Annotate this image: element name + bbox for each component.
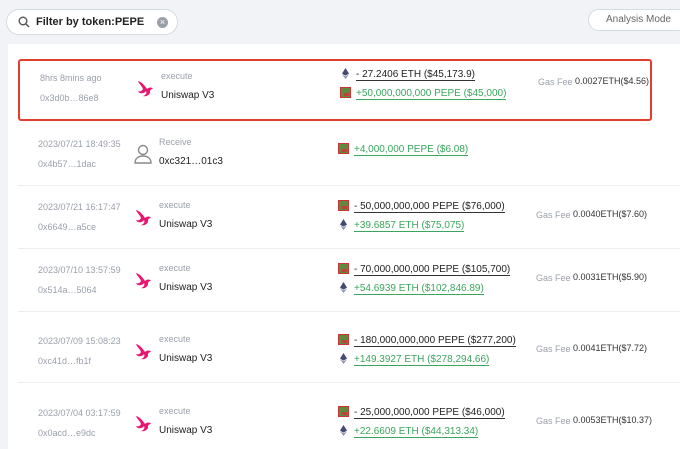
eth-icon [340, 425, 347, 436]
pepe-token-icon [338, 334, 349, 345]
tx-amount-out[interactable]: - 27.2406 ETH ($45,173.9) [356, 69, 475, 81]
eth-icon [340, 282, 347, 293]
tx-hash-link[interactable]: 0x514a…5064 [38, 285, 97, 295]
tx-action: Receive [159, 137, 192, 147]
tx-time: 2023/07/10 13:57:59 [38, 265, 121, 275]
tx-amount-out[interactable]: - 50,000,000,000 PEPE ($76,000) [354, 201, 505, 213]
analysis-mode-button[interactable]: Analysis Mode [588, 9, 680, 31]
gas-fee-label: Gas Fee [538, 77, 573, 87]
pepe-token-icon [338, 406, 349, 417]
toolbar: Filter by token:PEPE × Analysis Mode [0, 0, 680, 44]
tx-hash-link[interactable]: 0xc41d…fb1f [38, 356, 91, 366]
tx-counterparty[interactable]: Uniswap V3 [159, 425, 212, 436]
eth-icon [342, 68, 349, 79]
tx-counterparty[interactable]: Uniswap V3 [159, 282, 212, 293]
transaction-list: 8hrs 8mins ago 0x3d0b…86e8 execute Unisw… [8, 44, 680, 449]
gas-fee-value: 0.0027ETH($4.56) [575, 76, 650, 86]
gas-fee-value: 0.0040ETH($7.60) [573, 209, 648, 219]
tx-counterparty[interactable]: Uniswap V3 [161, 90, 214, 101]
gas-fee-value: 0.0031ETH($5.90) [573, 272, 648, 282]
transaction-row[interactable]: 2023/07/21 18:49:35 0x4b57…1dac Receive … [18, 124, 680, 186]
uniswap-icon [138, 81, 153, 97]
tx-hash-link[interactable]: 0x0acd…e9dc [38, 428, 96, 438]
gas-fee-label: Gas Fee [536, 210, 571, 220]
search-icon [18, 16, 30, 28]
tx-time: 2023/07/21 18:49:35 [38, 139, 121, 149]
tx-amount-in[interactable]: +39.6857 ETH ($75,075) [354, 220, 465, 232]
tx-counterparty[interactable]: Uniswap V3 [159, 353, 212, 364]
uniswap-icon [136, 416, 151, 432]
tx-amount-in[interactable]: +50,000,000,000 PEPE ($45,000) [356, 88, 507, 100]
token-filter-input[interactable]: Filter by token:PEPE × [6, 9, 178, 35]
uniswap-icon [136, 210, 151, 226]
transaction-row[interactable]: 8hrs 8mins ago 0x3d0b…86e8 execute Unisw… [18, 59, 652, 121]
uniswap-icon [136, 344, 151, 360]
tx-action: execute [159, 334, 191, 344]
tx-action: execute [159, 263, 191, 273]
pepe-token-icon [338, 143, 349, 154]
tx-hash-link[interactable]: 0x3d0b…86e8 [40, 93, 99, 103]
pepe-token-icon [338, 200, 349, 211]
tx-hash-link[interactable]: 0x6649…a5ce [38, 222, 96, 232]
tx-hash-link[interactable]: 0x4b57…1dac [38, 159, 96, 169]
clear-filter-icon[interactable]: × [157, 16, 168, 28]
eth-icon [340, 219, 347, 230]
transaction-row[interactable]: 2023/07/21 16:17:47 0x6649…a5ce execute … [18, 187, 680, 249]
tx-amount-in[interactable]: +54.6939 ETH ($102,846.89) [354, 283, 484, 295]
tx-counterparty[interactable]: 0xc321…01c3 [159, 156, 223, 167]
user-icon [134, 144, 152, 164]
tx-counterparty[interactable]: Uniswap V3 [159, 219, 212, 230]
gas-fee-label: Gas Fee [536, 344, 571, 354]
tx-time: 8hrs 8mins ago [40, 73, 102, 83]
token-filter-value: Filter by token:PEPE [36, 16, 145, 28]
eth-icon [340, 353, 347, 364]
gas-fee-value: 0.0053ETH($10.37) [573, 415, 653, 425]
tx-amount-in[interactable]: +4,000,000 PEPE ($6.08) [354, 144, 469, 156]
gas-fee-label: Gas Fee [536, 416, 571, 426]
tx-amount-in[interactable]: +22.6609 ETH ($44,313.34) [354, 426, 479, 438]
pepe-token-icon [338, 263, 349, 274]
gas-fee-value: 0.0041ETH($7.72) [573, 343, 648, 353]
tx-amount-out[interactable]: - 180,000,000,000 PEPE ($277,200) [354, 335, 516, 347]
tx-time: 2023/07/04 03:17:59 [38, 408, 121, 418]
tx-action: execute [161, 71, 193, 81]
transaction-row[interactable]: 2023/07/09 15:08:23 0xc41d…fb1f execute … [18, 321, 680, 383]
tx-time: 2023/07/09 15:08:23 [38, 336, 121, 346]
pepe-token-icon [340, 87, 351, 98]
tx-action: execute [159, 200, 191, 210]
transaction-row[interactable]: 2023/07/04 03:17:59 0x0acd…e9dc execute … [18, 393, 680, 449]
uniswap-icon [136, 273, 151, 289]
tx-action: execute [159, 406, 191, 416]
transaction-row[interactable]: 2023/07/10 13:57:59 0x514a…5064 execute … [18, 250, 680, 312]
tx-amount-out[interactable]: - 25,000,000,000 PEPE ($46,000) [354, 407, 505, 419]
tx-amount-out[interactable]: - 70,000,000,000 PEPE ($105,700) [354, 264, 511, 276]
gas-fee-label: Gas Fee [536, 273, 571, 283]
tx-amount-in[interactable]: +149.3927 ETH ($278,294.66) [354, 354, 490, 366]
tx-time: 2023/07/21 16:17:47 [38, 202, 121, 212]
